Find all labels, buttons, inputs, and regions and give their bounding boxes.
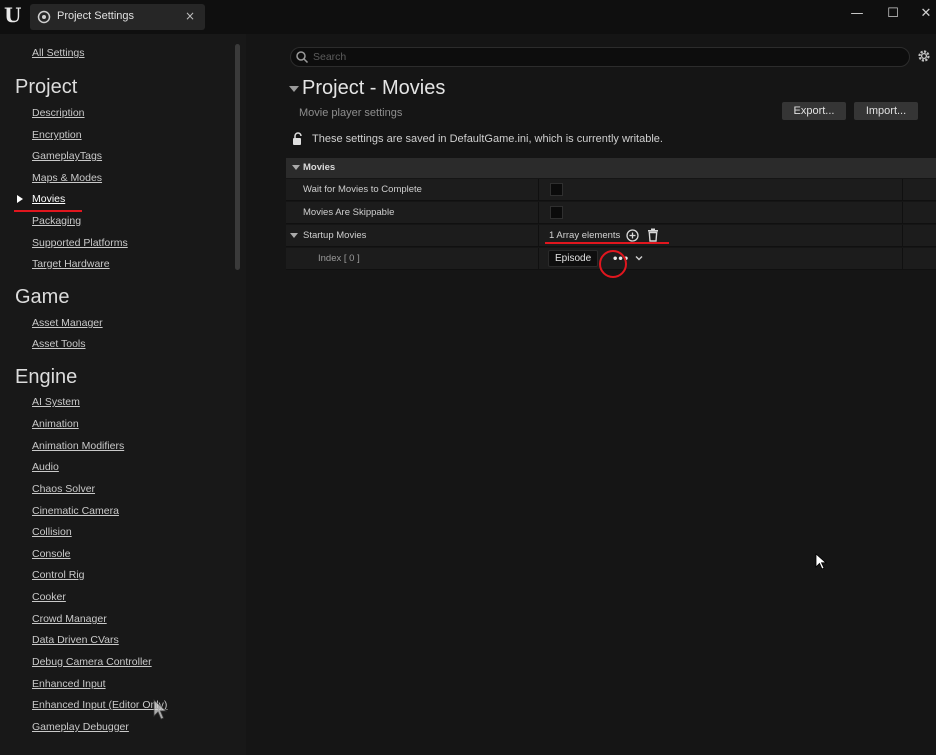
sidebar-item-maps-modes[interactable]: Maps & Modes — [32, 172, 102, 184]
unreal-logo-icon: U — [4, 3, 22, 27]
sidebar-item-movies[interactable]: Movies — [32, 193, 65, 205]
sidebar-item-animation-modifiers[interactable]: Animation Modifiers — [32, 440, 124, 452]
sidebar-item-cooker[interactable]: Cooker — [32, 591, 66, 603]
annotation-underline-array — [545, 242, 669, 244]
sidebar-item-gameplaytags[interactable]: GameplayTags — [32, 150, 102, 162]
array-element-count: 1 Array elements — [549, 230, 621, 241]
project-settings-icon — [37, 10, 51, 24]
sidebar-item-gameplay-debugger[interactable]: Gameplay Debugger — [32, 721, 129, 733]
sidebar-item-console[interactable]: Console — [32, 548, 71, 560]
sidebar-item-collision[interactable]: Collision — [32, 526, 72, 538]
property-name: Movies Are Skippable — [303, 207, 395, 218]
column-divider — [902, 202, 903, 224]
column-divider — [902, 248, 903, 270]
mouse-cursor-icon — [153, 699, 168, 720]
column-divider[interactable] — [538, 202, 539, 224]
config-save-note: These settings are saved in DefaultGame.… — [312, 133, 663, 145]
column-divider[interactable] — [538, 248, 539, 270]
expand-array-arrow-icon[interactable] — [290, 233, 298, 238]
sidebar-scrollbar[interactable] — [235, 44, 240, 270]
gear-icon[interactable] — [916, 48, 932, 64]
category-label: Movies — [303, 162, 336, 173]
sidebar-item-debug-camera-controller[interactable]: Debug Camera Controller — [32, 656, 152, 668]
column-divider — [902, 179, 903, 201]
sidebar-item-target-hardware[interactable]: Target Hardware — [32, 258, 110, 270]
search-bar[interactable] — [290, 47, 910, 67]
property-name: Wait for Movies to Complete — [303, 184, 422, 195]
tab-close-icon[interactable]: × — [185, 9, 195, 23]
wait-for-movies-checkbox[interactable] — [550, 183, 563, 196]
sidebar-all-settings[interactable]: All Settings — [32, 47, 85, 59]
property-row-movies-skippable: Movies Are Skippable — [286, 202, 936, 224]
search-icon — [296, 51, 309, 64]
minimize-button[interactable]: — — [845, 4, 869, 24]
tab-title: Project Settings — [57, 10, 135, 22]
movie-path-value: Episode — [555, 253, 592, 264]
page-title: Project - Movies — [302, 77, 446, 99]
column-divider[interactable] — [538, 225, 539, 247]
annotation-circle-ellipsis — [599, 250, 627, 278]
sidebar-item-enhanced-input[interactable]: Enhanced Input — [32, 678, 106, 690]
sidebar-item-crowd-manager[interactable]: Crowd Manager — [32, 613, 107, 625]
property-name: Startup Movies — [303, 230, 367, 241]
add-element-icon[interactable] — [626, 229, 639, 242]
sidebar-item-asset-tools[interactable]: Asset Tools — [32, 338, 86, 350]
sidebar-item-control-rig[interactable]: Control Rig — [32, 569, 85, 581]
sidebar-item-packaging[interactable]: Packaging — [32, 215, 81, 227]
unlock-icon — [293, 132, 302, 145]
tab-project-settings[interactable]: Project Settings × — [30, 4, 205, 30]
annotation-underline-movies — [14, 210, 82, 212]
search-input[interactable] — [313, 50, 893, 64]
sidebar-item-cinematic-camera[interactable]: Cinematic Camera — [32, 505, 119, 517]
settings-sidebar — [0, 34, 246, 755]
sidebar-item-audio[interactable]: Audio — [32, 461, 59, 473]
category-collapse-arrow-icon[interactable] — [292, 165, 300, 170]
section-title-project: Project — [15, 76, 78, 98]
sidebar-item-supported-platforms[interactable]: Supported Platforms — [32, 237, 128, 249]
title-bar: U Project Settings × — ☐ ✕ — [0, 0, 936, 34]
export-button[interactable]: Export... — [782, 102, 846, 120]
movies-skippable-checkbox[interactable] — [550, 206, 563, 219]
import-button[interactable]: Import... — [854, 102, 918, 120]
sidebar-item-enhanced-input-editor-only[interactable]: Enhanced Input (Editor Only) — [32, 699, 167, 711]
sidebar-item-data-driven-cvars[interactable]: Data Driven CVars — [32, 634, 119, 646]
mouse-cursor-icon — [815, 553, 827, 570]
property-row-wait-for-movies: Wait for Movies to Complete — [286, 179, 936, 201]
settings-details-panel: Project - Movies Movie player settings E… — [262, 34, 936, 755]
sidebar-item-asset-manager[interactable]: Asset Manager — [32, 317, 103, 329]
page-subtitle: Movie player settings — [299, 107, 403, 119]
category-header-movies[interactable]: Movies — [286, 158, 936, 178]
movie-path-field[interactable]: Episode — [548, 250, 598, 267]
collapse-page-arrow-icon[interactable] — [289, 86, 299, 92]
section-title-engine: Engine — [15, 366, 78, 388]
trash-icon[interactable] — [647, 228, 659, 242]
column-divider[interactable] — [538, 179, 539, 201]
column-divider — [902, 225, 903, 247]
maximize-button[interactable]: ☐ — [881, 4, 905, 24]
sidebar-item-animation[interactable]: Animation — [32, 418, 79, 430]
close-window-button[interactable]: ✕ — [914, 4, 936, 24]
array-index-label: Index [ 0 ] — [318, 253, 360, 264]
chevron-down-icon[interactable] — [633, 252, 645, 264]
section-title-game: Game — [15, 286, 70, 308]
sidebar-item-encryption[interactable]: Encryption — [32, 129, 82, 141]
sidebar-item-description[interactable]: Description — [32, 107, 85, 119]
active-item-arrow-icon — [17, 195, 23, 203]
sidebar-item-ai-system[interactable]: AI System — [32, 396, 80, 408]
sidebar-item-chaos-solver[interactable]: Chaos Solver — [32, 483, 95, 495]
